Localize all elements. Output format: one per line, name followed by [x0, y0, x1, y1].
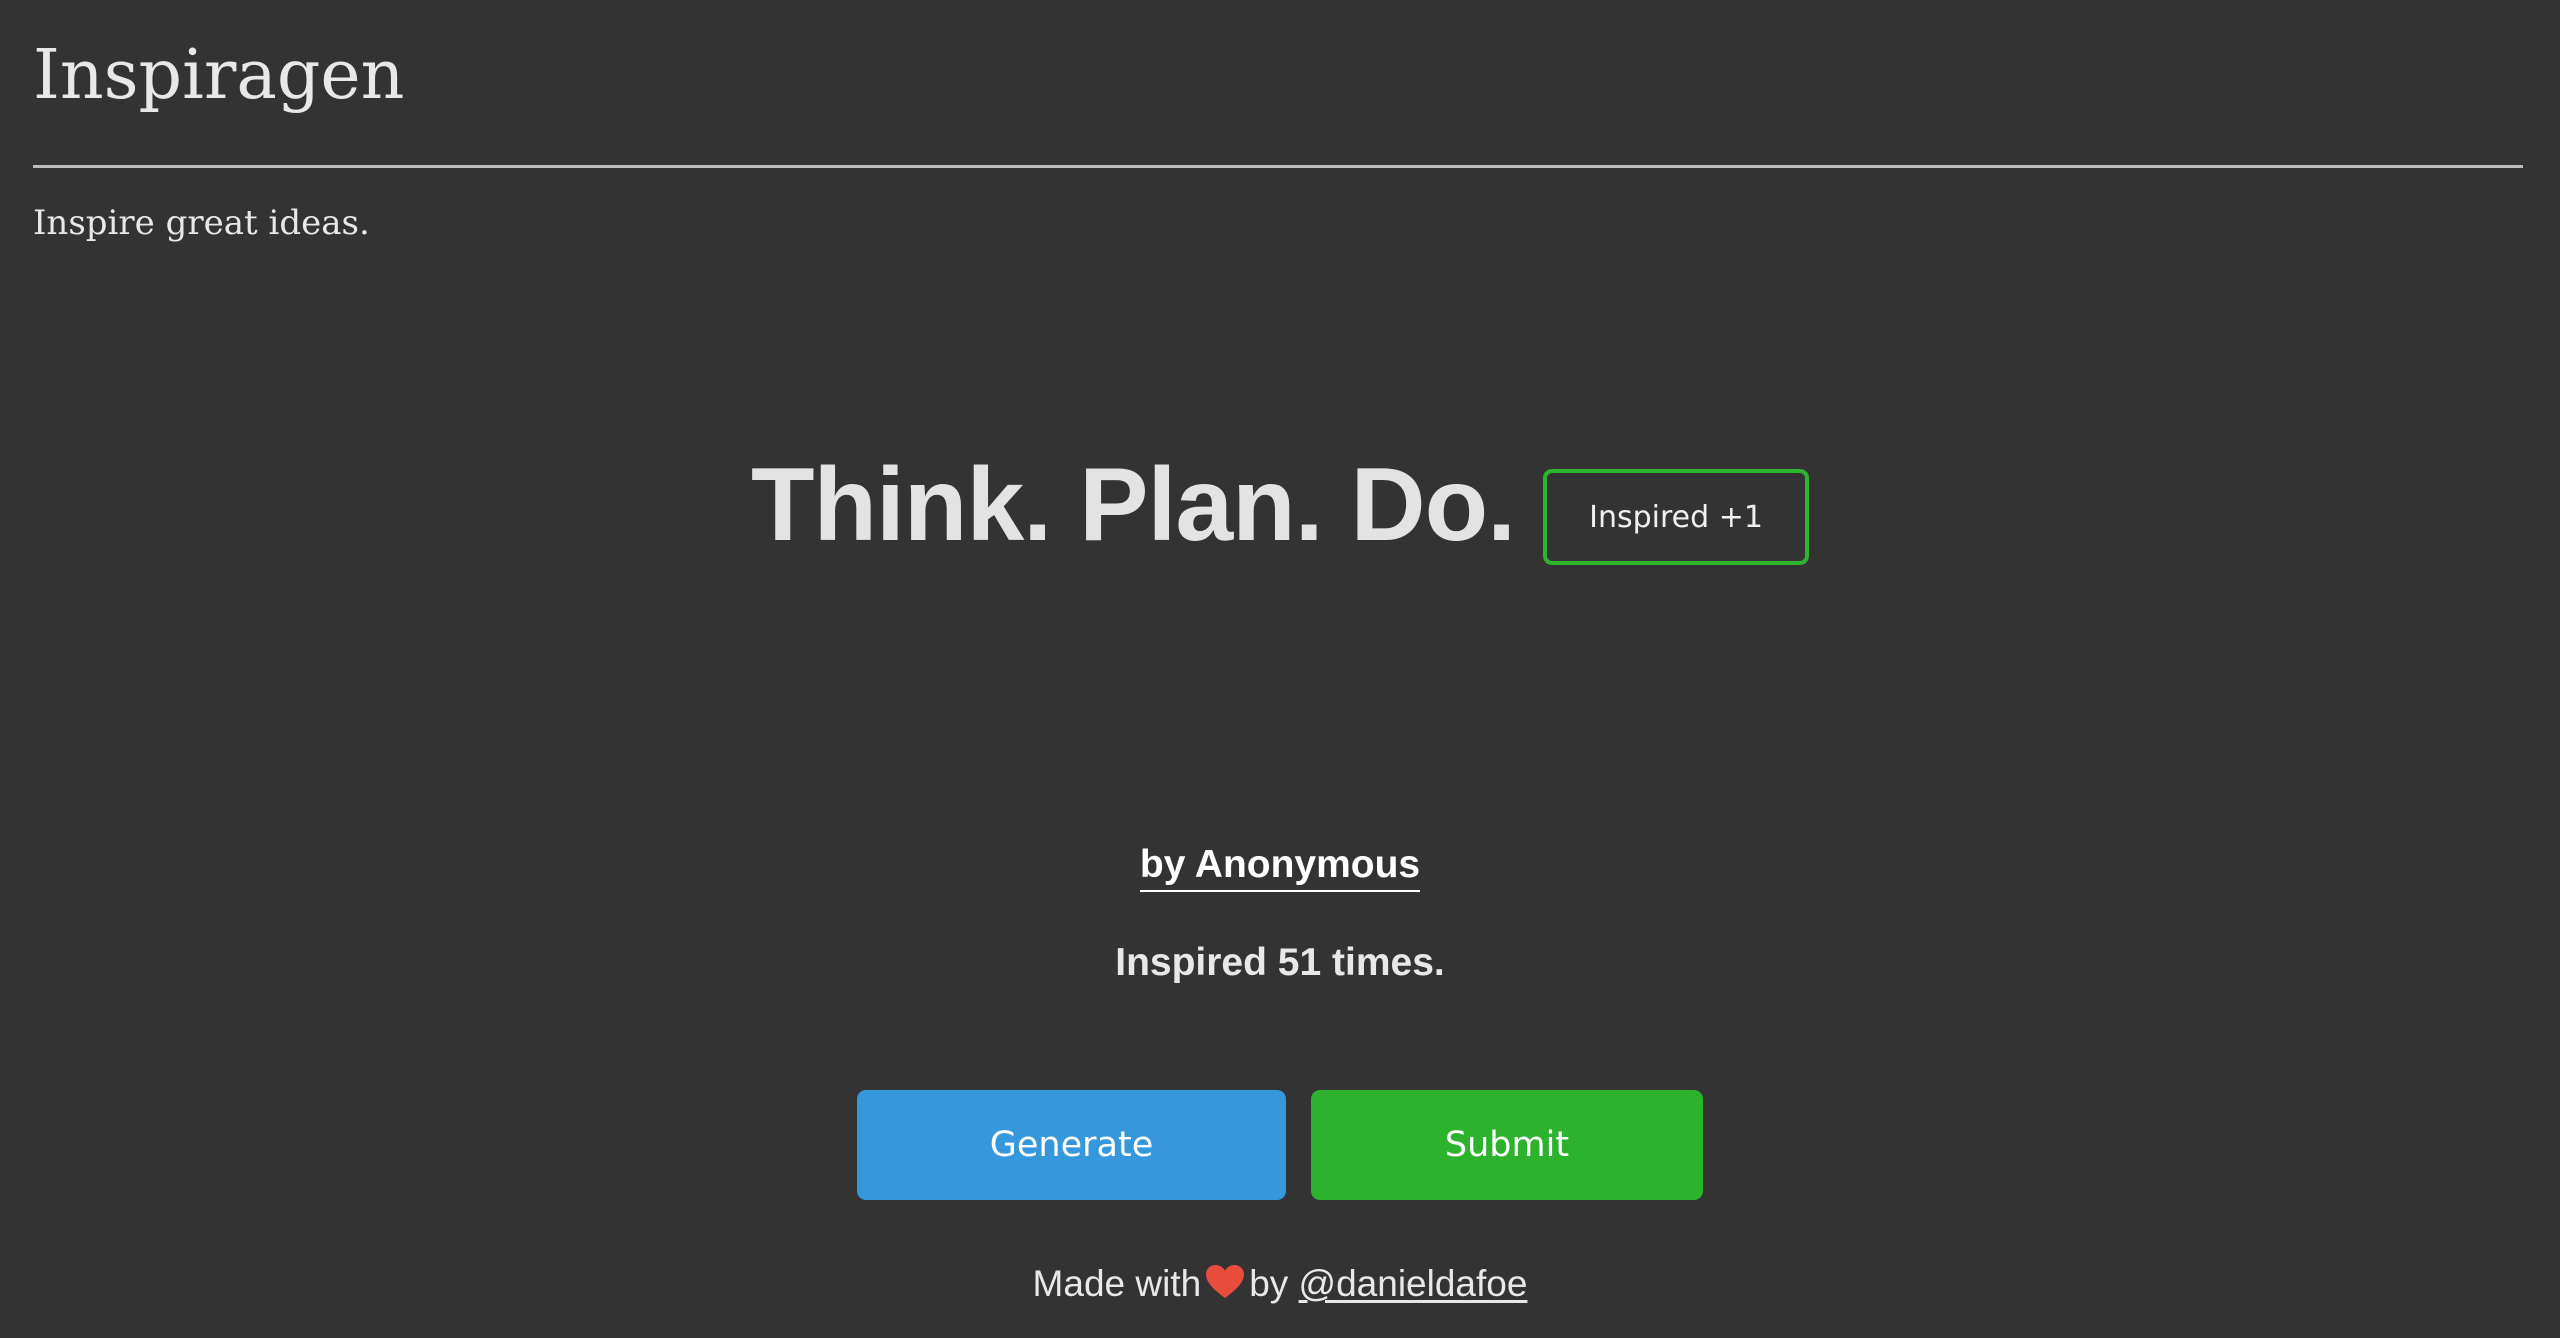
- author-handle-link[interactable]: @danieldafoe: [1299, 1263, 1528, 1304]
- author-line: by Anonymous: [0, 842, 2560, 892]
- heart-icon: [1205, 1264, 1245, 1310]
- inspired-plus-one-button[interactable]: Inspired +1: [1543, 469, 1810, 565]
- inspired-count: Inspired 51 times.: [0, 940, 2560, 987]
- inspired-count-suffix: times.: [1321, 941, 1445, 984]
- footer: Made with by @danieldafoe: [0, 1262, 2560, 1310]
- inspired-count-value: 51: [1277, 941, 1322, 984]
- generate-button[interactable]: Generate: [857, 1090, 1286, 1200]
- action-buttons: Generate Submit: [0, 1090, 2560, 1200]
- footer-made-with: Made with: [1032, 1263, 1202, 1304]
- quote-row: Think. Plan. Do. Inspired +1: [0, 445, 2560, 565]
- submit-button[interactable]: Submit: [1311, 1090, 1703, 1200]
- author-link[interactable]: by Anonymous: [1139, 843, 1421, 892]
- footer-by: by: [1249, 1263, 1289, 1304]
- tagline: Inspire great ideas.: [33, 203, 370, 243]
- site-title: Inspiragen: [33, 36, 405, 115]
- inspired-count-prefix: Inspired: [1115, 941, 1278, 984]
- title-divider: [33, 165, 2523, 168]
- page: Inspiragen Inspire great ideas. Think. P…: [0, 0, 2560, 1338]
- quote-text: Think. Plan. Do.: [750, 446, 1516, 563]
